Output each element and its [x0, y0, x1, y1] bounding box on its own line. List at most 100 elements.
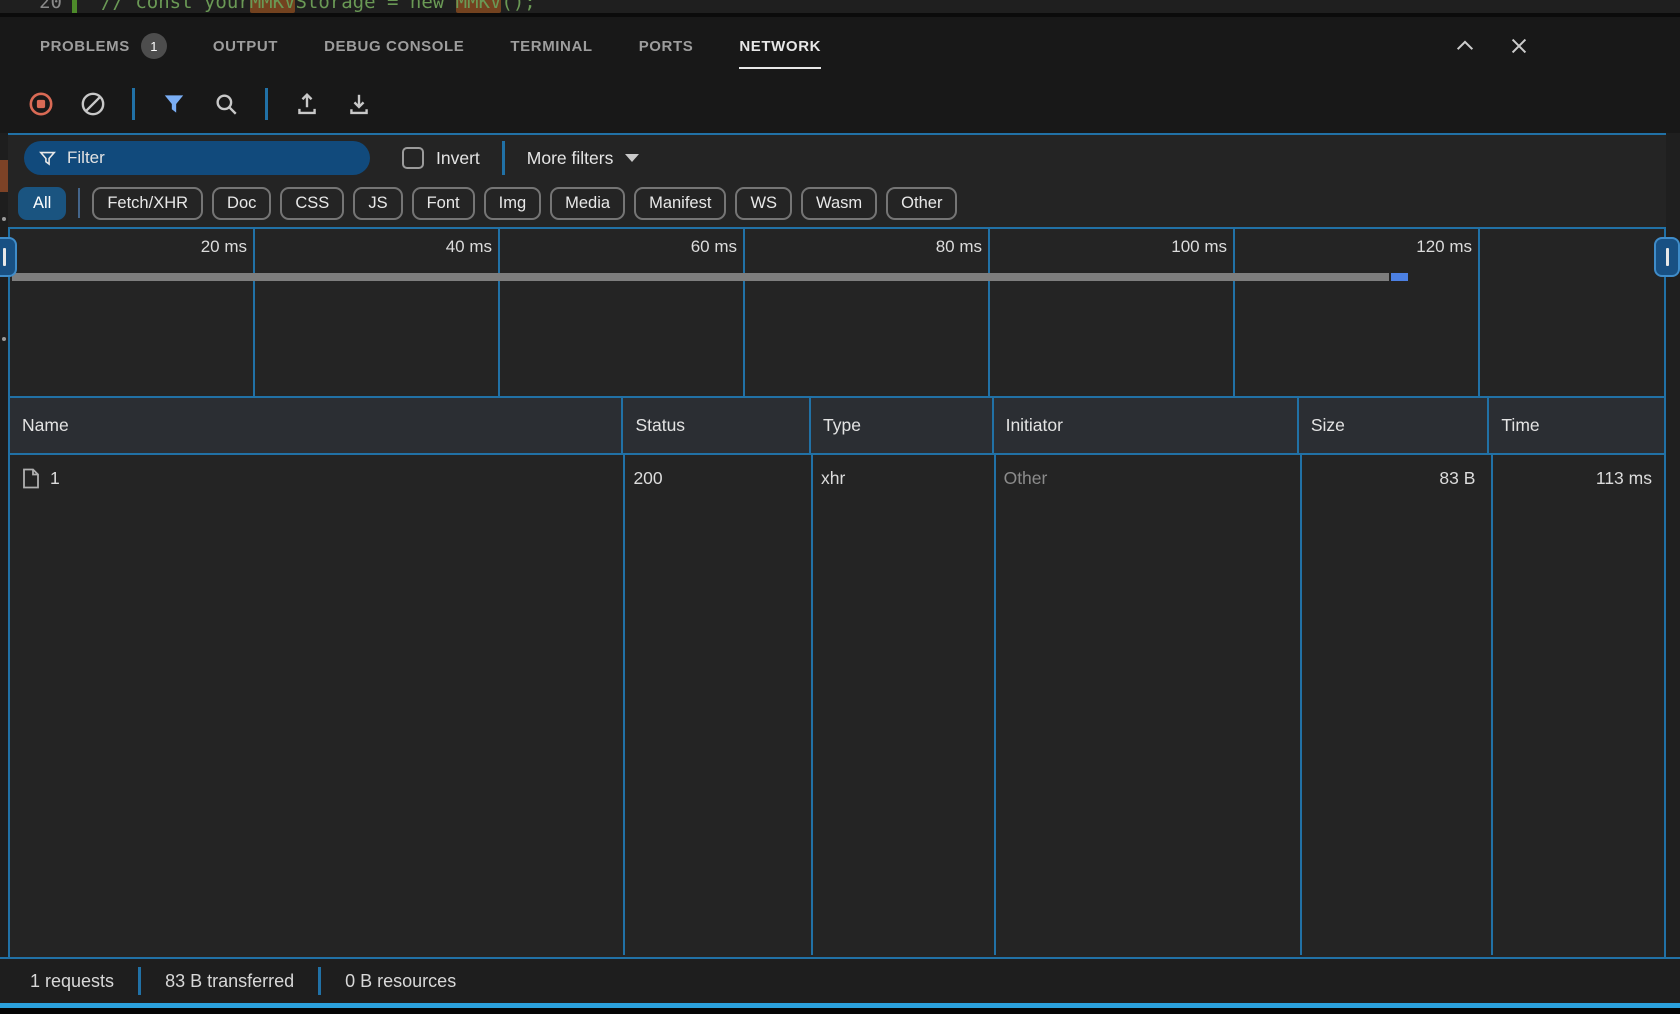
cell-initiator: Other: [992, 455, 1297, 501]
code-text: ();: [501, 0, 535, 13]
timeline-tick-label: 20 ms: [97, 237, 247, 257]
invert-label: Invert: [436, 148, 480, 169]
maximize-panel-chevron-icon[interactable]: [1454, 35, 1476, 57]
document-icon: [22, 468, 40, 489]
column-header-size[interactable]: Size: [1297, 398, 1488, 453]
tab-label: NETWORK: [739, 38, 821, 55]
timeline-tick-label: 60 ms: [587, 237, 737, 257]
code-text: // const your: [101, 0, 250, 13]
tab-output[interactable]: OUTPUT: [213, 17, 278, 75]
chip-css[interactable]: CSS: [280, 187, 344, 220]
toolbar-separator: [132, 88, 135, 120]
devtools-network-panel: Invert More filters All Fetch/XHR Doc CSS JS…: [8, 133, 1666, 957]
minimap-dot: [2, 337, 6, 341]
overview-request-bar: [12, 273, 1389, 281]
more-filters-label: More filters: [527, 148, 614, 169]
resource-type-chips: All Fetch/XHR Doc CSS JS Font ImgMedia Manifest…: [8, 181, 1666, 225]
column-separator: [1300, 455, 1302, 955]
chip-media[interactable]: Media: [550, 187, 625, 220]
statusbar-item: 1 requests: [30, 971, 114, 992]
chip-font[interactable]: Font: [412, 187, 475, 220]
timeline-tick-label: 100 ms: [1077, 237, 1227, 257]
request-name: 1: [50, 468, 60, 489]
filter-input[interactable]: [67, 148, 356, 168]
filter-field[interactable]: [24, 141, 370, 175]
column-header-name[interactable]: Name: [10, 398, 621, 453]
column-separator: [994, 455, 996, 955]
filter-funnel-icon[interactable]: [161, 91, 187, 117]
close-panel-icon[interactable]: [1508, 35, 1530, 57]
chip-separator: [78, 188, 80, 218]
timeline-left-handle[interactable]: [0, 237, 17, 277]
search-icon[interactable]: [213, 91, 239, 117]
timeline-gridline: [743, 229, 745, 396]
column-separator: [623, 455, 625, 955]
panel-tabs: PROBLEMS1 OUTPUT DEBUG CONSOLE TERMINAL PORT…: [40, 17, 821, 75]
requests-table-body: 1200xhrOther83 B113 ms: [10, 455, 1664, 955]
search-highlight: MMKV: [456, 0, 502, 13]
chip-all[interactable]: All: [18, 187, 66, 220]
upload-icon[interactable]: [294, 91, 320, 117]
timeline-right-handle[interactable]: [1654, 237, 1680, 277]
chip-js[interactable]: JS: [353, 187, 402, 220]
record-icon[interactable]: [28, 91, 54, 117]
column-header-time[interactable]: Time: [1487, 398, 1664, 453]
vscode-panel: 20// const yourMMKVStorage = new MMKV();…: [0, 0, 1680, 1014]
table-header: NameStatusTypeInitiatorSizeTime: [10, 398, 1664, 455]
filter-funnel-glyph-icon: [38, 149, 57, 168]
grip-icon: [3, 248, 6, 266]
tab-label: OUTPUT: [213, 38, 278, 55]
timeline-tick-label: 140 ms: [1567, 237, 1664, 257]
chip-manifest[interactable]: Manifest: [634, 187, 726, 220]
tab-label: DEBUG CONSOLE: [324, 38, 464, 55]
minimap-marker: [0, 160, 8, 192]
chevron-down-icon: [625, 154, 639, 162]
chip-doc[interactable]: Doc: [212, 187, 271, 220]
window-edge: [0, 1008, 1680, 1014]
block-icon[interactable]: [80, 91, 106, 117]
tab-terminal[interactable]: TERMINAL: [510, 17, 592, 75]
grip-icon: [1666, 248, 1669, 266]
chip-other[interactable]: Other: [886, 187, 957, 220]
chip-ws[interactable]: WS: [735, 187, 792, 220]
statusbar-item: 83 B transferred: [165, 971, 294, 992]
tab-debug-console[interactable]: DEBUG CONSOLE: [324, 17, 464, 75]
tab-ports[interactable]: PORTS: [639, 17, 694, 75]
timeline-gridline: [1478, 229, 1480, 396]
download-icon[interactable]: [346, 91, 372, 117]
code-text: Storage = new: [295, 0, 455, 13]
timeline-gridline: [253, 229, 255, 396]
statusbar-separator: [138, 967, 141, 995]
cell-type: xhr: [809, 455, 992, 501]
toolbar-separator: [265, 88, 268, 120]
chip-wasm[interactable]: Wasm: [801, 187, 877, 220]
overview-timeline[interactable]: 20 ms 40 ms 60 ms 80 ms 100 ms 120 ms 140 ms: [10, 229, 1664, 398]
more-filters-dropdown[interactable]: More filters: [527, 148, 640, 169]
tab-network[interactable]: NETWORK: [739, 17, 821, 75]
tab-problems[interactable]: PROBLEMS1: [40, 17, 167, 75]
separator: [502, 141, 505, 175]
timeline-gridline: [1233, 229, 1235, 396]
column-header-type[interactable]: Type: [809, 398, 992, 453]
statusbar-item: 0 B resources: [345, 971, 456, 992]
column-header-status[interactable]: Status: [621, 398, 809, 453]
timeline-tick-label: 120 ms: [1322, 237, 1472, 257]
cell-status: 200: [621, 455, 809, 501]
invert-checkbox[interactable]: [402, 147, 424, 169]
chip-fetch-xhr[interactable]: Fetch/XHR: [92, 187, 203, 220]
timeline-tick-label: 80 ms: [832, 237, 982, 257]
request-row[interactable]: 1200xhrOther83 B113 ms: [10, 455, 1664, 501]
statusbar-separator: [318, 967, 321, 995]
column-header-initiator[interactable]: Initiator: [992, 398, 1297, 453]
column-separator: [1491, 455, 1493, 955]
editor-code-strip: 20// const yourMMKVStorage = new MMKV();: [0, 0, 1680, 13]
line-number: 20: [0, 0, 72, 13]
chip-img[interactable]: Img: [484, 187, 542, 220]
panel-actions: [1454, 35, 1530, 57]
network-toolbar: [0, 75, 1680, 133]
code-line: 20// const yourMMKVStorage = new MMKV();: [0, 0, 536, 13]
code-comment: // const yourMMKVStorage = new MMKV();: [101, 0, 536, 13]
network-status-bar: 1 requests 83 B transferred 0 B resources: [0, 957, 1680, 1003]
timeline-gridline: [988, 229, 990, 396]
timeline-tick-label: 40 ms: [342, 237, 492, 257]
